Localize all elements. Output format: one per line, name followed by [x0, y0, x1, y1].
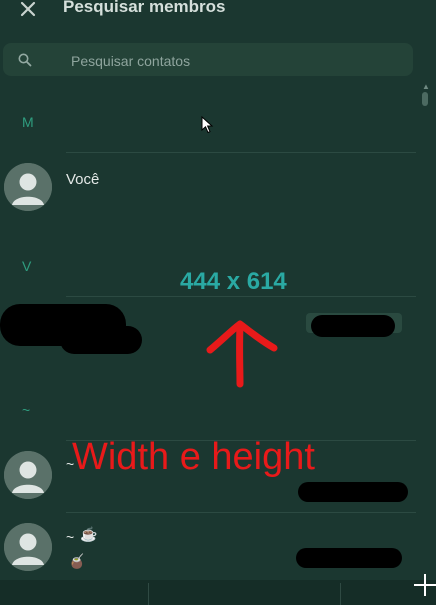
dimensions-annotation: 444 x 614: [180, 268, 287, 295]
redacted-phone: [298, 482, 408, 502]
default-avatar-icon: [4, 523, 52, 571]
scrollbar[interactable]: ▲: [422, 82, 430, 586]
avatar[interactable]: [4, 451, 52, 499]
divider: [66, 152, 416, 153]
redacted-phone: [296, 548, 402, 568]
section-letter: ~: [22, 402, 31, 418]
search-bar[interactable]: [3, 43, 413, 76]
search-input[interactable]: [69, 50, 393, 72]
redacted-badge: [311, 315, 395, 337]
mate-emoji: 🧉: [68, 553, 86, 569]
mouse-pointer-icon: [201, 116, 214, 134]
panel-header: Pesquisar membros: [0, 0, 436, 36]
bottom-strip: [0, 580, 436, 605]
divider: [340, 583, 341, 605]
divider: [66, 296, 416, 297]
page-title: Pesquisar membros: [63, 0, 226, 16]
coffee-emoji: ☕: [80, 526, 98, 542]
redacted-name: [60, 326, 142, 354]
default-avatar-icon: [4, 163, 52, 211]
contact-name[interactable]: ~: [66, 529, 74, 545]
search-icon: [18, 53, 32, 67]
section-letter: M: [22, 114, 34, 130]
arrow-up-icon: [206, 320, 278, 388]
avatar[interactable]: [4, 163, 52, 211]
section-letter: V: [22, 258, 32, 274]
divider: [148, 583, 149, 605]
default-avatar-icon: [4, 451, 52, 499]
close-icon[interactable]: [16, 0, 40, 21]
caption-annotation: Width e height: [72, 436, 315, 478]
divider: [66, 512, 416, 513]
scroll-thumb[interactable]: [422, 92, 428, 106]
scroll-up-icon[interactable]: ▲: [422, 82, 430, 91]
contact-name[interactable]: Você: [66, 171, 99, 188]
crosshair-icon: [414, 574, 436, 596]
avatar[interactable]: [4, 523, 52, 571]
